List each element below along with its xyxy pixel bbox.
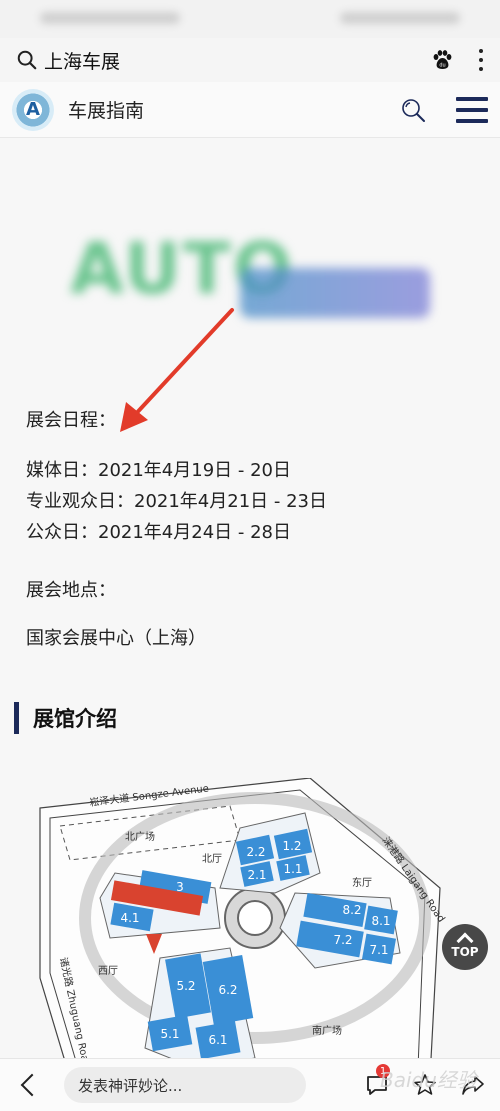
comment-input[interactable]: 发表神评妙论... (64, 1067, 306, 1103)
baidu-paw-icon[interactable]: du (430, 48, 454, 72)
more-menu-icon[interactable] (478, 49, 484, 71)
red-arrow-annotation (120, 308, 234, 432)
hall-8-2-label: 8.2 (342, 903, 361, 917)
status-bar (0, 0, 500, 38)
logo-letter: A (26, 99, 40, 120)
comment-placeholder: 发表神评妙论... (78, 1076, 183, 1095)
section-title: 展馆介绍 (33, 707, 117, 731)
status-right-blur (340, 12, 460, 24)
search-query[interactable]: 上海车展 (44, 47, 120, 74)
site-header: A 车展指南 (0, 82, 500, 138)
east-hall-label: 东厅 (352, 876, 372, 889)
schedule-heading: 展会日程： (26, 410, 116, 431)
menu-hamburger-icon[interactable] (456, 96, 488, 123)
hall-2-2-label: 2.2 (246, 845, 265, 859)
status-left-blur (40, 12, 180, 24)
hall-2-1-label: 2.1 (247, 868, 266, 882)
svg-text:du: du (439, 63, 445, 69)
article-content: AUTO 展会日程： 媒体日：2021年4月19日 - 20日 专业观众日：20… (0, 138, 500, 1058)
site-search-icon[interactable] (400, 97, 426, 123)
schedule-public-day: 公众日：2021年4月24日 - 28日 (26, 522, 292, 543)
schedule-media-day: 媒体日：2021年4月19日 - 20日 (26, 460, 292, 481)
hall-5-1-label: 5.1 (160, 1027, 179, 1041)
hall-4-1-label: 4.1 (120, 911, 139, 925)
hall-1-2-label: 1.2 (282, 839, 301, 853)
back-arrow-icon[interactable] (20, 1073, 44, 1097)
hall-8-1-label: 8.1 (371, 914, 390, 928)
hall-5-2-label: 5.2 (176, 979, 195, 993)
hall-3-label: 3 (176, 880, 184, 894)
exhibition-hall-map: 2.2 1.2 2.1 1.1 3 4.1 8.2 8.1 7.2 7.1 5.… (39, 778, 448, 1058)
back-to-top-button[interactable]: TOP (442, 924, 488, 970)
hall-6-1-label: 6.1 (208, 1033, 227, 1047)
watermark: Baidu经验 (380, 1068, 477, 1092)
section-accent-bar (14, 702, 19, 734)
browser-search-bar[interactable]: 上海车展 du (0, 38, 500, 82)
schedule-trade-day: 专业观众日：2021年4月21日 - 23日 (26, 491, 328, 512)
south-plaza-label: 南广场 (312, 1024, 342, 1037)
venue-heading: 展会地点： (26, 580, 116, 601)
north-plaza-label: 北广场 (125, 830, 155, 843)
west-hall-label: 西厅 (98, 966, 118, 977)
hall-7-1-label: 7.1 (369, 943, 388, 957)
venue-text: 国家会展中心（上海） (26, 628, 206, 649)
search-icon[interactable] (16, 49, 38, 71)
hall-6-2-label: 6.2 (218, 983, 237, 997)
section-heading: 展馆介绍 (14, 702, 117, 734)
north-hall-label: 北厅 (202, 853, 222, 865)
site-logo[interactable]: A (12, 88, 54, 131)
hall-7-2-label: 7.2 (333, 933, 352, 947)
hall-1-1-label: 1.1 (283, 862, 302, 876)
site-title[interactable]: 车展指南 (68, 96, 144, 123)
